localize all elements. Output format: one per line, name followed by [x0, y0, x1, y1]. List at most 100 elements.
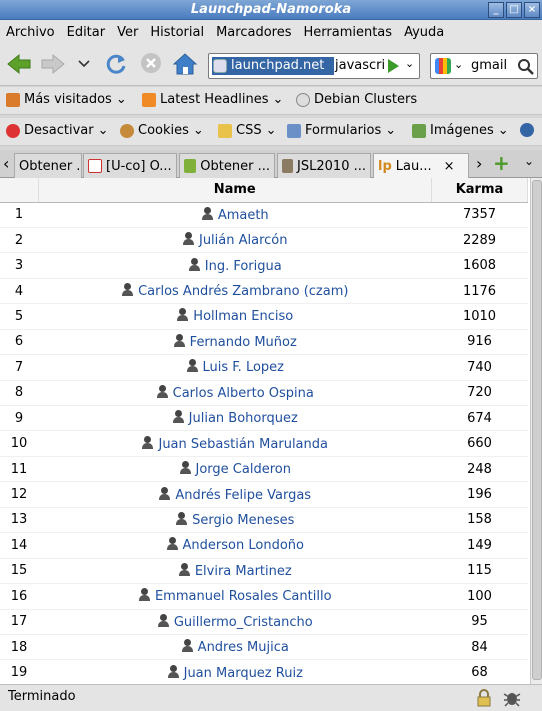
tab-obtener-2[interactable]: Obtener ... — [179, 153, 275, 178]
scroll-tabs-right-icon[interactable]: › — [476, 154, 482, 173]
table-row: 1 Amaeth 7357 — [0, 202, 528, 228]
member-link[interactable]: Juan Marquez Ruiz — [184, 666, 303, 681]
reload-icon[interactable] — [104, 52, 128, 76]
member-link[interactable]: Amaeth — [218, 208, 269, 223]
table-row: 2 Julián Alarcón 2289 — [0, 227, 528, 254]
tab-obtener-1[interactable]: Obtener ... — [14, 153, 82, 178]
person-icon — [176, 308, 189, 322]
member-link[interactable]: Ing. Forigua — [205, 259, 282, 274]
vertical-scrollbar[interactable] — [530, 178, 542, 684]
menu-historial[interactable]: Historial — [144, 25, 210, 40]
menu-archivo[interactable]: Archivo — [0, 25, 61, 40]
dev-cookies[interactable]: Cookies ⌄ — [120, 123, 204, 138]
minimize-button[interactable]: _ — [488, 2, 504, 18]
forward-icon[interactable] — [40, 52, 66, 76]
search-input[interactable]: gmail — [471, 58, 507, 73]
back-icon[interactable] — [6, 52, 32, 76]
maximize-button[interactable]: □ — [506, 2, 522, 18]
member-cell: Carlos Alberto Ospina — [38, 380, 432, 407]
table-body: 1 Amaeth 7357 2 Julián Alarcón 2289 3 Ing. Fori… — [0, 202, 528, 684]
tab-launchpad[interactable]: lp Lau... × — [373, 153, 469, 178]
person-icon — [175, 511, 188, 525]
karma-header: Karma — [431, 178, 528, 203]
member-cell: Fernando Muñoz — [38, 329, 432, 356]
browser-window: Launchpad-Namoroka _ □ × Archivo Editar … — [0, 0, 542, 711]
member-cell: Juan Marquez Ruiz — [38, 659, 432, 684]
dev-imagenes[interactable]: Imágenes ⌄ — [412, 123, 509, 138]
karma-cell: 916 — [431, 329, 528, 356]
name-header: Name — [38, 178, 432, 203]
tab-jsl2010[interactable]: JSL2010 ... — [277, 153, 371, 178]
url-dropdown-icon[interactable]: ⌄ — [405, 57, 414, 70]
rank-cell: 3 — [0, 252, 38, 279]
bookmark-mas-visitados[interactable]: Más visitados ⌄ — [6, 92, 127, 107]
member-link[interactable]: Juan Sebastián Marulanda — [158, 437, 328, 452]
firebug-icon[interactable] — [502, 688, 522, 708]
member-cell: Ing. Forigua — [38, 252, 432, 279]
stop-icon[interactable] — [140, 52, 162, 74]
menu-ver[interactable]: Ver — [111, 25, 144, 40]
address-bar[interactable]: launchpad.net javascri ⌄ — [208, 53, 420, 79]
table-row: 12 Andrés Felipe Vargas 196 — [0, 481, 528, 508]
table-row: 13 Sergio Meneses 158 — [0, 507, 528, 534]
rank-cell: 15 — [0, 558, 38, 585]
dev-desactivar[interactable]: Desactivar ⌄ — [6, 123, 109, 138]
dev-information[interactable] — [520, 123, 534, 137]
karma-cell: 95 — [431, 609, 528, 635]
tab-list-icon[interactable]: ⌄ — [524, 154, 534, 168]
chevron-down-icon: ⌄ — [265, 123, 277, 138]
person-icon — [156, 384, 169, 398]
menu-herramientas[interactable]: Herramientas — [298, 25, 399, 40]
member-link[interactable]: Fernando Muñoz — [190, 335, 297, 350]
person-icon — [179, 461, 192, 475]
search-box[interactable]: ⌄ gmail — [430, 53, 538, 79]
member-cell: Hollman Enciso — [38, 303, 432, 330]
bookmark-debian-clusters[interactable]: Debian Clusters — [296, 92, 417, 107]
dev-label: Formularios — [305, 123, 382, 138]
search-engine-dropdown-icon[interactable]: ⌄ — [454, 58, 463, 71]
menu-ayuda[interactable]: Ayuda — [398, 25, 450, 40]
scroll-tabs-left-icon[interactable]: ‹ — [3, 154, 9, 173]
member-link[interactable]: Elvira Martinez — [195, 564, 292, 579]
person-icon — [138, 588, 151, 602]
google-icon[interactable] — [435, 58, 451, 74]
close-button[interactable]: × — [524, 2, 540, 18]
go-icon[interactable] — [388, 59, 399, 73]
table-row: 9 Julian Bohorquez 674 — [0, 405, 528, 432]
table-row: 18 Andres Mujica 84 — [0, 634, 528, 661]
member-link[interactable]: Carlos Alberto Ospina — [173, 386, 314, 401]
url-host: launchpad.net — [231, 58, 325, 73]
scroll-thumb[interactable] — [532, 180, 542, 680]
search-icon[interactable] — [517, 58, 535, 76]
member-link[interactable]: Emmanuel Rosales Cantillo — [155, 589, 332, 604]
tab-u-co[interactable]: [U-co] O... — [83, 153, 177, 178]
member-link[interactable]: Anderson Londoño — [183, 538, 304, 553]
menu-marcadores[interactable]: Marcadores — [210, 25, 297, 40]
member-link[interactable]: Julián Alarcón — [199, 233, 288, 248]
menu-editar[interactable]: Editar — [61, 25, 112, 40]
table-row: 16 Emmanuel Rosales Cantillo 100 — [0, 583, 528, 610]
history-dropdown-icon[interactable] — [78, 59, 90, 69]
member-cell: Luis F. Lopez — [38, 354, 432, 381]
dev-formularios[interactable]: Formularios ⌄ — [287, 123, 396, 138]
member-link[interactable]: Andrés Felipe Vargas — [175, 488, 311, 503]
rank-cell: 19 — [0, 659, 38, 684]
member-link[interactable]: Julian Bohorquez — [189, 411, 298, 426]
close-tab-icon[interactable]: × — [444, 159, 455, 174]
member-link[interactable]: Sergio Meneses — [192, 513, 294, 528]
lock-icon[interactable] — [476, 689, 492, 707]
member-link[interactable]: Jorge Calderon — [196, 462, 291, 477]
dev-css[interactable]: CSS ⌄ — [218, 123, 277, 138]
new-tab-icon[interactable]: + — [493, 151, 510, 175]
bookmark-latest-headlines[interactable]: Latest Headlines ⌄ — [142, 92, 283, 107]
menu-bar: Archivo Editar Ver Historial Marcadores … — [0, 20, 542, 44]
rank-cell: 9 — [0, 405, 38, 432]
member-link[interactable]: Carlos Andrés Zambrano (czam) — [138, 284, 348, 299]
home-icon[interactable] — [172, 52, 198, 76]
member-link[interactable]: Luis F. Lopez — [203, 360, 284, 375]
rank-cell: 8 — [0, 380, 38, 407]
member-link[interactable]: Hollman Enciso — [193, 309, 293, 324]
table-row: 7 Luis F. Lopez 740 — [0, 354, 528, 381]
member-link[interactable]: Andres Mujica — [198, 640, 289, 655]
member-link[interactable]: Guillermo_Cristancho — [174, 615, 313, 630]
